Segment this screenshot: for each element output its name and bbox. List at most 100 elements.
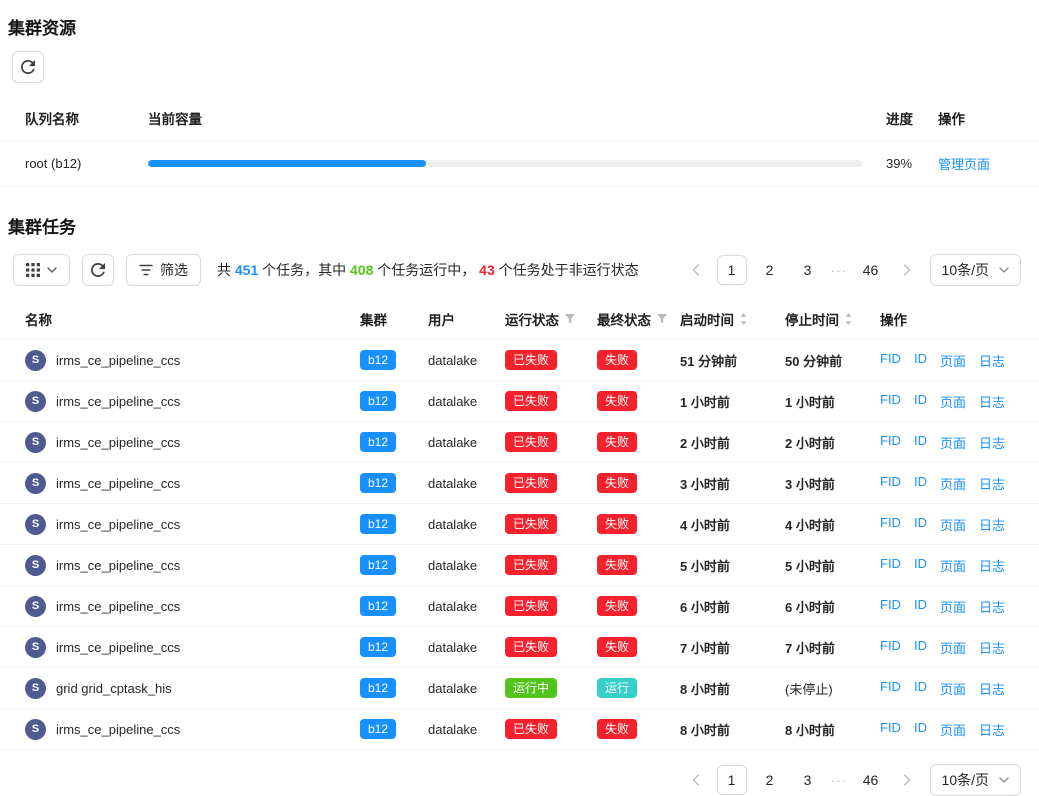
view-options-button[interactable] bbox=[13, 254, 70, 286]
task-user: datalake bbox=[428, 394, 505, 409]
next-page-button[interactable] bbox=[894, 255, 920, 285]
id-link[interactable]: ID bbox=[914, 392, 927, 411]
tasks-refresh-button[interactable] bbox=[82, 254, 114, 286]
avatar: S bbox=[25, 514, 46, 535]
log-link[interactable]: 日志 bbox=[979, 392, 1005, 411]
id-link[interactable]: ID bbox=[914, 474, 927, 493]
id-link[interactable]: ID bbox=[914, 351, 927, 370]
page-button-1[interactable]: 1 bbox=[717, 255, 747, 285]
stop-time: 7 小时前 bbox=[785, 638, 880, 657]
name-cell: S irms_ce_pipeline_ccs bbox=[25, 596, 360, 617]
avatar: S bbox=[25, 596, 46, 617]
page-link[interactable]: 页面 bbox=[940, 638, 966, 657]
page-link[interactable]: 页面 bbox=[940, 720, 966, 739]
header-stop-time[interactable]: 停止时间 bbox=[785, 309, 880, 329]
id-link[interactable]: ID bbox=[914, 638, 927, 657]
page-button-46[interactable]: 46 bbox=[856, 255, 886, 285]
row-actions: FID ID 页面 日志 bbox=[880, 597, 1031, 616]
filter-funnel-icon[interactable] bbox=[564, 313, 576, 325]
fid-link[interactable]: FID bbox=[880, 515, 901, 534]
fid-link[interactable]: FID bbox=[880, 474, 901, 493]
page-link[interactable]: 页面 bbox=[940, 392, 966, 411]
fid-link[interactable]: FID bbox=[880, 679, 901, 698]
log-link[interactable]: 日志 bbox=[979, 474, 1005, 493]
avatar: S bbox=[25, 719, 46, 740]
stop-time: 8 小时前 bbox=[785, 720, 880, 739]
header-start-time[interactable]: 启动时间 bbox=[680, 309, 785, 329]
row-actions: FID ID 页面 日志 bbox=[880, 392, 1031, 411]
log-link[interactable]: 日志 bbox=[979, 433, 1005, 452]
log-link[interactable]: 日志 bbox=[979, 597, 1005, 616]
page: 集群资源 队列名称 当前容量 进度 操作 root (b12) bbox=[0, 0, 1039, 796]
prev-page-button[interactable] bbox=[683, 765, 709, 795]
page-button-3[interactable]: 3 bbox=[793, 765, 823, 795]
page-link[interactable]: 页面 bbox=[940, 556, 966, 575]
page-link[interactable]: 页面 bbox=[940, 433, 966, 452]
page-size-select[interactable]: 10条/页 bbox=[930, 764, 1021, 796]
page-button-2[interactable]: 2 bbox=[755, 765, 785, 795]
fid-link[interactable]: FID bbox=[880, 556, 901, 575]
fid-link[interactable]: FID bbox=[880, 433, 901, 452]
page-button-46[interactable]: 46 bbox=[856, 765, 886, 795]
filter-funnel-icon[interactable] bbox=[656, 313, 668, 325]
page-button-2[interactable]: 2 bbox=[755, 255, 785, 285]
name-cell: S irms_ce_pipeline_ccs bbox=[25, 719, 360, 740]
id-link[interactable]: ID bbox=[914, 679, 927, 698]
task-user: datalake bbox=[428, 435, 505, 450]
page-size-label: 10条/页 bbox=[942, 260, 989, 280]
run-status-tag: 已失败 bbox=[505, 473, 557, 493]
table-row: S irms_ce_pipeline_ccs b12 datalake 已失败 … bbox=[0, 586, 1039, 627]
stop-time: 1 小时前 bbox=[785, 392, 880, 411]
task-name: irms_ce_pipeline_ccs bbox=[56, 353, 180, 368]
page-link[interactable]: 页面 bbox=[940, 679, 966, 698]
page-button-3[interactable]: 3 bbox=[793, 255, 823, 285]
page-ellipsis[interactable]: ··· bbox=[831, 772, 848, 788]
stop-time: (未停止) bbox=[785, 679, 880, 698]
final-status-tag: 失败 bbox=[597, 719, 637, 739]
task-name: irms_ce_pipeline_ccs bbox=[56, 517, 180, 532]
log-link[interactable]: 日志 bbox=[979, 351, 1005, 370]
filter-button[interactable]: 筛选 bbox=[126, 254, 201, 286]
id-link[interactable]: ID bbox=[914, 556, 927, 575]
page-size-select[interactable]: 10条/页 bbox=[930, 254, 1021, 286]
prev-page-button[interactable] bbox=[683, 255, 709, 285]
log-link[interactable]: 日志 bbox=[979, 638, 1005, 657]
log-link[interactable]: 日志 bbox=[979, 720, 1005, 739]
header-user: 用户 bbox=[428, 309, 505, 329]
page-link[interactable]: 页面 bbox=[940, 597, 966, 616]
page-link[interactable]: 页面 bbox=[940, 351, 966, 370]
cluster-tag: b12 bbox=[360, 473, 396, 493]
page-button-1[interactable]: 1 bbox=[717, 765, 747, 795]
start-time: 1 小时前 bbox=[680, 392, 785, 411]
run-status-tag: 已失败 bbox=[505, 596, 557, 616]
id-link[interactable]: ID bbox=[914, 515, 927, 534]
fid-link[interactable]: FID bbox=[880, 392, 901, 411]
fid-link[interactable]: FID bbox=[880, 720, 901, 739]
task-user: datalake bbox=[428, 476, 505, 491]
sorter-icon[interactable] bbox=[844, 312, 853, 326]
fid-link[interactable]: FID bbox=[880, 597, 901, 616]
page-ellipsis[interactable]: ··· bbox=[831, 262, 848, 278]
fid-link[interactable]: FID bbox=[880, 351, 901, 370]
cluster-resources-section: 集群资源 队列名称 当前容量 进度 操作 root (b12) bbox=[0, 0, 1039, 187]
pagination-bottom: 1 2 3 ··· 46 bbox=[683, 765, 920, 795]
task-user: datalake bbox=[428, 353, 505, 368]
manage-page-link[interactable]: 管理页面 bbox=[938, 157, 990, 172]
id-link[interactable]: ID bbox=[914, 433, 927, 452]
resources-refresh-button[interactable] bbox=[12, 51, 44, 83]
page-link[interactable]: 页面 bbox=[940, 515, 966, 534]
fid-link[interactable]: FID bbox=[880, 638, 901, 657]
task-user: datalake bbox=[428, 558, 505, 573]
tasks-title: 集群任务 bbox=[0, 187, 1039, 238]
id-link[interactable]: ID bbox=[914, 597, 927, 616]
log-link[interactable]: 日志 bbox=[979, 679, 1005, 698]
resources-title: 集群资源 bbox=[0, 0, 1039, 39]
id-link[interactable]: ID bbox=[914, 720, 927, 739]
next-page-button[interactable] bbox=[894, 765, 920, 795]
log-link[interactable]: 日志 bbox=[979, 556, 1005, 575]
page-link[interactable]: 页面 bbox=[940, 474, 966, 493]
task-user: datalake bbox=[428, 517, 505, 532]
log-link[interactable]: 日志 bbox=[979, 515, 1005, 534]
sorter-icon[interactable] bbox=[739, 312, 748, 326]
stop-time: 2 小时前 bbox=[785, 433, 880, 452]
